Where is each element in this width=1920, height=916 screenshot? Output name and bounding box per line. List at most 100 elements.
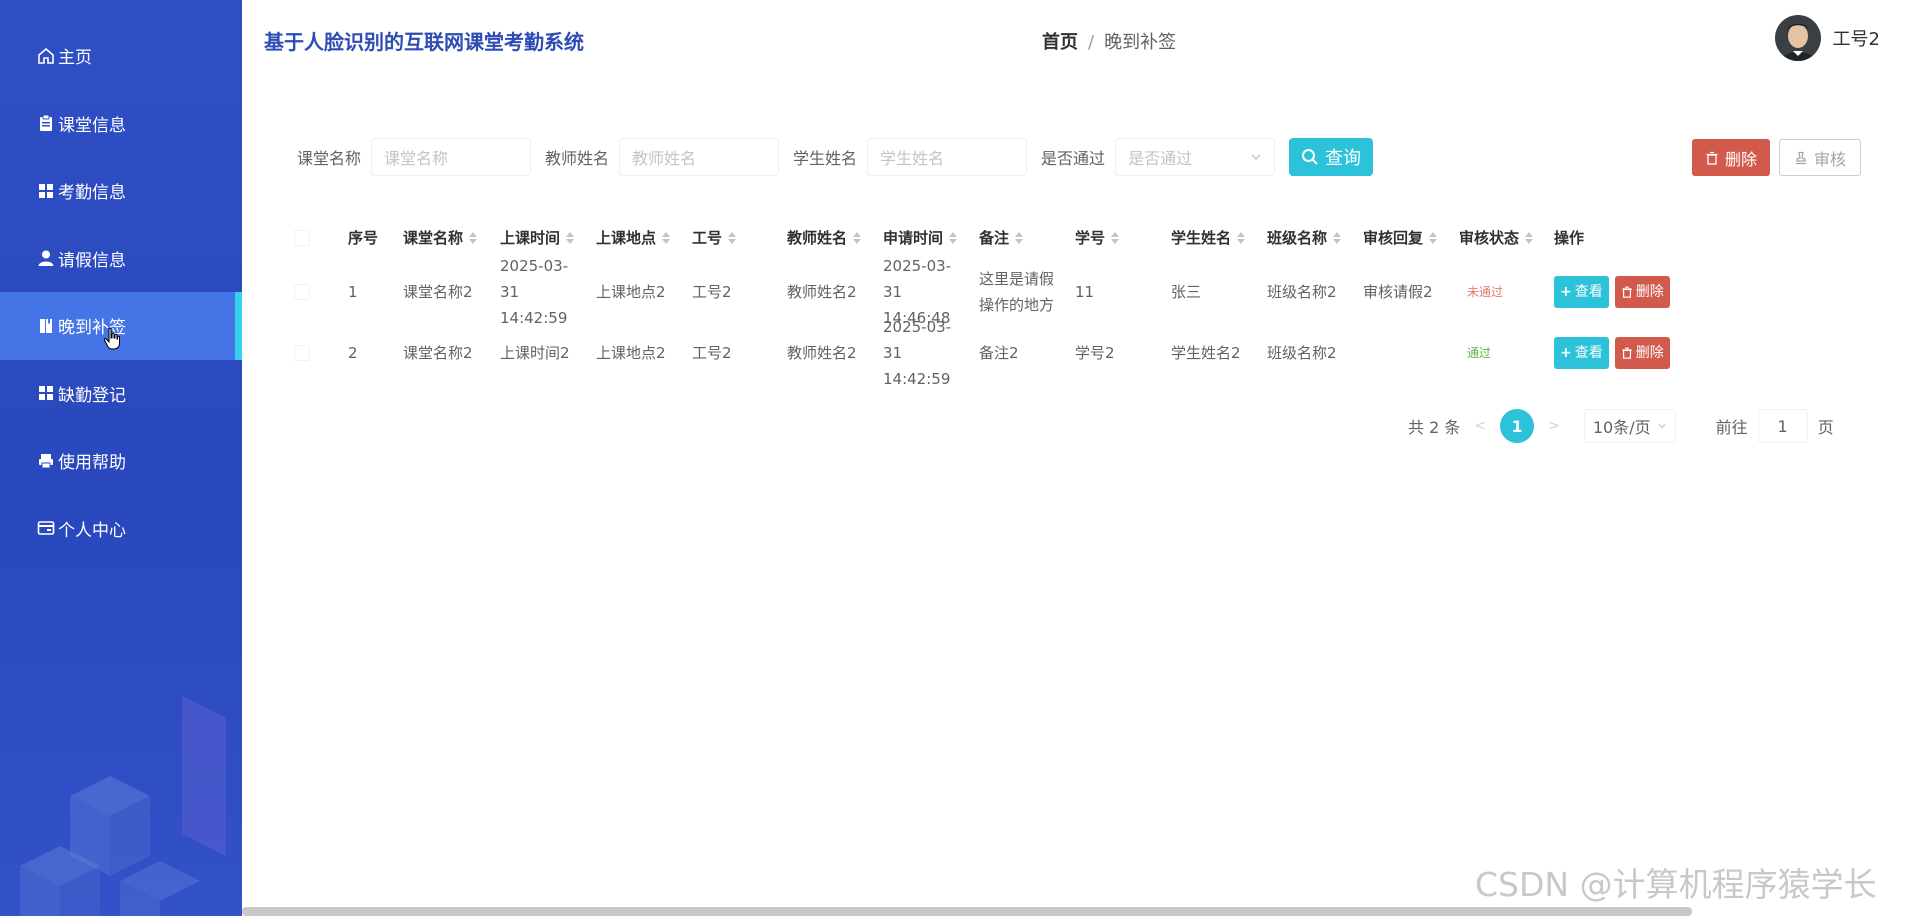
row-checkbox[interactable] — [294, 344, 310, 361]
sidebar: 主页 课堂信息 考勤信息 请假信息 晚到补签 缺勤登记 使用帮助 个人中心 — [0, 0, 242, 916]
sidebar-item-absence[interactable]: 缺勤登记 — [0, 360, 242, 428]
printer-icon — [36, 451, 56, 471]
page-size-select[interactable]: 10条/页 — [1583, 409, 1676, 443]
sort-icon[interactable] — [1525, 232, 1534, 244]
sidebar-item-label: 缺勤登记 — [58, 385, 126, 406]
delete-button[interactable]: 删除 — [1614, 336, 1670, 369]
home-icon — [36, 46, 56, 66]
horizontal-scrollbar[interactable] — [242, 907, 1692, 916]
header-cell[interactable]: 学生姓名 — [1167, 225, 1263, 251]
select-all-cell — [284, 230, 344, 246]
table-cell: 审核请假2 — [1363, 282, 1433, 301]
header-label: 备注 — [979, 229, 1010, 247]
sidebar-item-label: 个人中心 — [58, 520, 126, 541]
header-cell[interactable]: 审核状态 — [1455, 225, 1550, 251]
passed-select[interactable]: 是否通过 — [1115, 138, 1276, 176]
audit-button[interactable]: 审核 — [1779, 139, 1861, 176]
sort-icon[interactable] — [662, 232, 671, 244]
student-input[interactable]: 学生姓名 — [867, 138, 1028, 176]
row-checkbox[interactable] — [294, 283, 310, 300]
header-label: 上课地点 — [596, 229, 657, 247]
header-cell[interactable]: 申请时间 — [879, 225, 975, 251]
table-cell: 工号2 — [692, 282, 732, 301]
header-cell[interactable]: 学号 — [1071, 225, 1167, 251]
row-select-cell — [284, 344, 344, 361]
goto-page-input[interactable]: 1 — [1757, 409, 1808, 443]
prev-page-icon[interactable]: < — [1474, 418, 1486, 434]
table-cell: 班级名称2 — [1267, 282, 1337, 301]
header-cell[interactable]: 备注 — [975, 225, 1071, 251]
batch-delete-button[interactable]: 删除 — [1692, 139, 1770, 176]
header-label: 上课时间 — [500, 229, 561, 247]
header-cell[interactable]: 课堂名称 — [399, 225, 496, 251]
table-cell: 课堂名称2 — [403, 282, 473, 301]
next-page-icon[interactable]: > — [1548, 418, 1560, 434]
table-cell: 课堂名称2 — [403, 343, 473, 362]
table-cell: 工号2 — [692, 343, 732, 362]
batch-delete-label: 删除 — [1724, 149, 1757, 169]
sort-icon[interactable] — [1237, 232, 1246, 244]
status-badge: 通过 — [1467, 345, 1492, 360]
table-cell: 这里是请假操作的地方 — [979, 269, 1055, 314]
sort-icon[interactable] — [728, 232, 737, 244]
avatar[interactable] — [1774, 15, 1821, 61]
sort-icon[interactable] — [853, 232, 862, 244]
breadcrumb-home[interactable]: 首页 — [1042, 32, 1078, 53]
delete-button[interactable]: 删除 — [1614, 275, 1670, 308]
breadcrumb: 首页 / 晚到补签 — [1042, 28, 1176, 54]
table-cell: 班级名称2 — [1267, 343, 1337, 362]
view-button-label: 查看 — [1574, 344, 1603, 361]
sidebar-item-leave[interactable]: 请假信息 — [0, 225, 242, 293]
course-input[interactable]: 课堂名称 — [371, 138, 532, 176]
table-cell: 2025-03-31 14:42:59 — [883, 317, 952, 388]
chevron-down-icon — [1657, 423, 1666, 429]
top-header: 基于人脸识别的互联网课堂考勤系统 首页 / 晚到补签 工号2 — [242, 0, 1920, 80]
header-cell[interactable]: 工号 — [688, 225, 783, 251]
table-row[interactable]: 1 课堂名称2 2025-03-31 14:42:59 上课地点2 工号2 教师… — [284, 257, 1684, 327]
goto-suffix: 页 — [1817, 418, 1834, 437]
header-cell[interactable]: 上课地点 — [592, 225, 688, 251]
user-menu[interactable]: 工号2 — [1774, 15, 1880, 61]
username: 工号2 — [1832, 29, 1880, 50]
table-row[interactable]: 2 课堂名称2 上课时间2 上课地点2 工号2 教师姓名2 2025-03-31… — [284, 318, 1684, 388]
sort-icon[interactable] — [1015, 232, 1024, 244]
header-cell[interactable]: 班级名称 — [1263, 225, 1359, 251]
sort-icon[interactable] — [1333, 232, 1342, 244]
view-button[interactable]: + 查看 — [1554, 275, 1609, 308]
table-cell: 2025-03-31 14:42:59 — [500, 256, 569, 327]
header-cell[interactable]: 审核回复 — [1359, 225, 1455, 251]
trash-icon — [1622, 347, 1632, 359]
teacher-input[interactable]: 教师姓名 — [619, 138, 780, 176]
sort-icon[interactable] — [949, 232, 958, 244]
select-all-checkbox[interactable] — [294, 230, 310, 246]
sort-icon[interactable] — [1429, 232, 1438, 244]
cursor-icon — [103, 327, 120, 350]
sidebar-item-attendance[interactable]: 考勤信息 — [0, 157, 242, 225]
sidebar-item-label: 请假信息 — [58, 250, 126, 271]
user-icon — [36, 248, 56, 268]
sidebar-item-home[interactable]: 主页 — [0, 22, 242, 90]
sidebar-item-late-signin[interactable]: 晚到补签 — [0, 292, 242, 360]
view-button-label: 查看 — [1574, 283, 1603, 300]
header-cell[interactable]: 上课时间 — [496, 225, 592, 251]
header-label: 审核状态 — [1459, 229, 1520, 247]
header-cell[interactable]: 教师姓名 — [783, 225, 879, 251]
late-signin-table: 序号 课堂名称 上课时间 上课地点 工号 教师姓名 申请时间 备注 学号 学生姓… — [284, 215, 1684, 388]
cube-decoration — [20, 696, 226, 916]
student-label: 学生姓名 — [793, 149, 858, 168]
header-cell: 序号 — [348, 229, 379, 247]
sidebar-item-label: 主页 — [58, 48, 92, 69]
sidebar-item-help[interactable]: 使用帮助 — [0, 427, 242, 495]
sidebar-item-course[interactable]: 课堂信息 — [0, 90, 242, 158]
page-number-current[interactable]: 1 — [1500, 409, 1535, 443]
view-button[interactable]: + 查看 — [1554, 336, 1609, 369]
sort-icon[interactable] — [566, 232, 575, 244]
grid-icon — [36, 181, 56, 201]
plus-icon: + — [1560, 344, 1572, 361]
query-button[interactable]: 查询 — [1289, 138, 1374, 176]
sort-icon[interactable] — [469, 232, 478, 244]
header-label: 学号 — [1075, 229, 1106, 247]
sort-icon[interactable] — [1111, 232, 1120, 244]
sidebar-item-profile[interactable]: 个人中心 — [0, 495, 242, 563]
table-cell: 学生姓名2 — [1171, 343, 1241, 362]
